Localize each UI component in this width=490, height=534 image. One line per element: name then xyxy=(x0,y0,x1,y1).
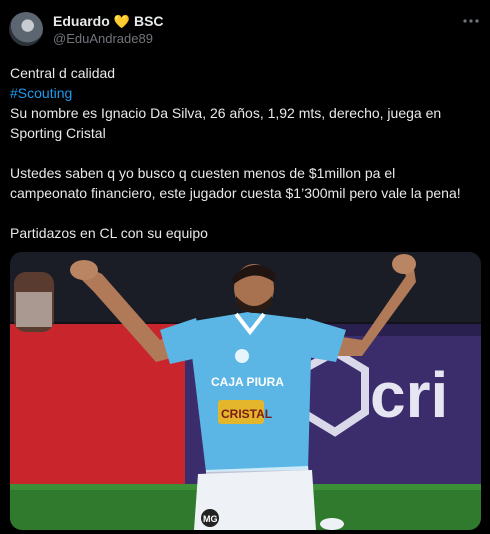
hashtag-link[interactable]: #Scouting xyxy=(10,83,485,103)
football-player-photo: cri CAJA PIURA CRISTAL MG xyxy=(10,252,481,530)
tweet-line: Central d calidad xyxy=(10,65,116,81)
shorts-logo: MG xyxy=(203,514,218,524)
tweet-blank-line xyxy=(10,143,485,163)
tweet-line: Su nombre es Ignacio Da Silva, 26 años, … xyxy=(10,105,442,121)
display-name[interactable]: Eduardo xyxy=(53,13,110,29)
tweet-line: Ustedes saben q yo busco q cuesten menos… xyxy=(10,165,396,181)
author-name-row[interactable]: Eduardo 💛 BSC xyxy=(53,13,164,29)
tweet-line: Sporting Cristal xyxy=(10,125,106,141)
jersey-sponsor-text: CRISTAL xyxy=(221,407,272,421)
user-handle[interactable]: @EduAndrade89 xyxy=(53,31,153,46)
more-horizontal-icon[interactable] xyxy=(462,12,480,30)
jersey-sponsor-text: CAJA PIURA xyxy=(211,375,284,389)
yellow-heart-icon: 💛 xyxy=(113,13,130,29)
profile-avatar[interactable] xyxy=(9,12,43,46)
tweet-line: campeonato financiero, este jugador cues… xyxy=(10,185,461,201)
display-name-team[interactable]: BSC xyxy=(134,13,164,29)
board-text: cri xyxy=(370,359,448,431)
tweet-photo[interactable]: cri CAJA PIURA CRISTAL MG xyxy=(10,252,481,530)
tweet[interactable]: Eduardo 💛 BSC @EduAndrade89 Central d ca… xyxy=(0,0,490,534)
tweet-blank-line xyxy=(10,203,485,223)
tweet-line: Partidazos en CL con su equipo xyxy=(10,225,208,241)
tweet-text: Central d calidad #Scouting Su nombre es… xyxy=(10,63,485,243)
